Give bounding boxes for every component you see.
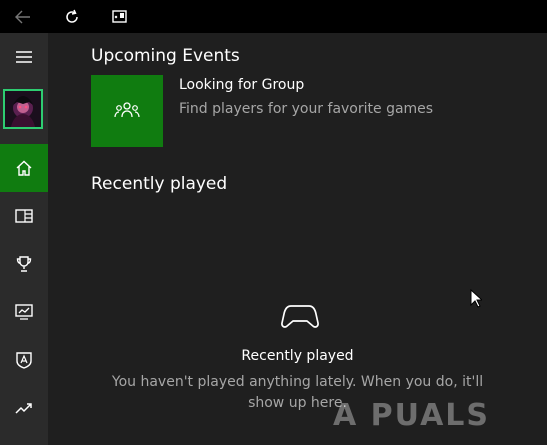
watermark: A PUALS (333, 398, 491, 433)
empty-state-title: Recently played (241, 348, 354, 364)
nav-trending[interactable] (0, 384, 48, 432)
home-icon (15, 160, 33, 176)
nav-game-dvr[interactable] (0, 288, 48, 336)
game-dvr-icon (15, 304, 33, 320)
mouse-cursor-icon (470, 289, 482, 308)
clubs-shield-icon (16, 351, 32, 369)
looking-for-group-tile[interactable] (91, 75, 163, 147)
refresh-button[interactable] (49, 0, 95, 33)
nav-my-games[interactable] (0, 192, 48, 240)
snap-view-icon (112, 9, 128, 24)
achievements-trophy-icon (16, 256, 32, 272)
event-subtitle: Find players for your favorite games (179, 101, 434, 117)
nav-home[interactable] (0, 144, 48, 192)
back-arrow-icon (15, 10, 31, 24)
nav-clubs[interactable] (0, 336, 48, 384)
upcoming-events-heading: Upcoming Events (91, 46, 240, 66)
controller-icon (281, 303, 319, 329)
sidebar (0, 33, 48, 445)
event-title[interactable]: Looking for Group (179, 77, 304, 93)
recently-played-heading: Recently played (91, 174, 228, 194)
snap-view-button[interactable] (97, 0, 143, 33)
avatar[interactable] (3, 89, 43, 129)
hamburger-menu-button[interactable] (0, 33, 48, 81)
trending-icon (15, 401, 33, 415)
refresh-icon (64, 9, 80, 25)
my-games-icon (15, 209, 33, 223)
title-bar (0, 0, 547, 33)
back-button[interactable] (0, 0, 46, 33)
hamburger-menu-icon (15, 50, 33, 64)
nav-achievements[interactable] (0, 240, 48, 288)
group-people-icon (114, 101, 140, 121)
avatar-image (5, 91, 41, 127)
main-content: Upcoming Events Looking for Group Find p… (48, 33, 547, 445)
